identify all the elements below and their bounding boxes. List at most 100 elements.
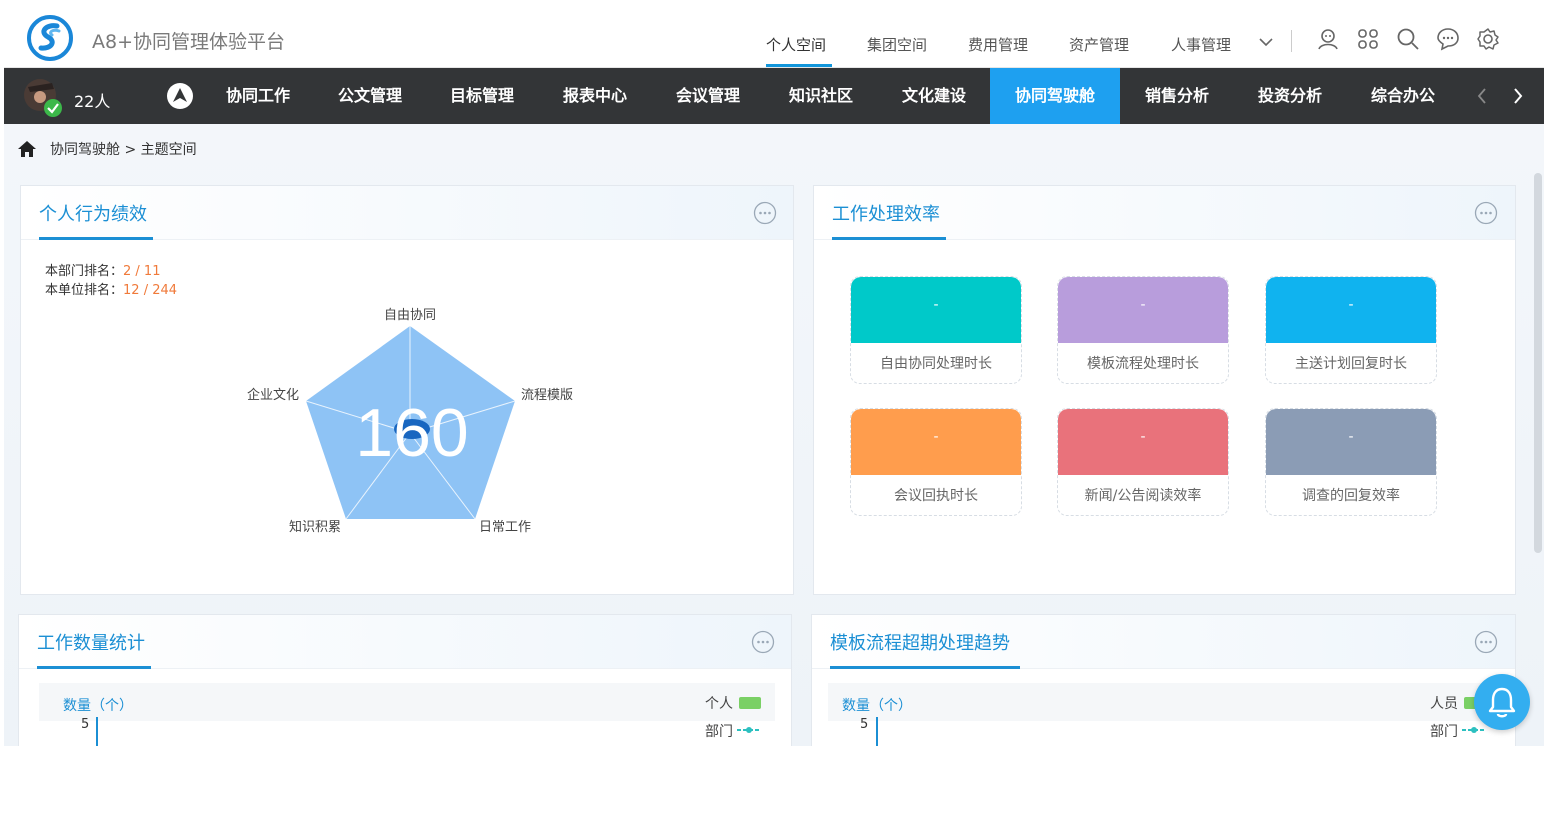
tile-label: 自由协同处理时长	[880, 356, 992, 372]
radar-axis-label: 流程模版	[521, 388, 573, 403]
tile-label: 调查的回复效率	[1302, 488, 1400, 504]
tile-label: 主送计划回复时长	[1295, 356, 1407, 372]
legend-label: 人员	[1430, 696, 1458, 712]
legend-swatch	[739, 697, 761, 709]
chart-background	[39, 683, 775, 721]
app-logo-icon[interactable]	[26, 14, 74, 62]
main-nav: 22人 协同工作 公文管理 目标管理 报表中心 会议管理 知识社区 文化建设 协…	[4, 68, 1544, 124]
tile-label: 模板流程处理时长	[1087, 356, 1199, 372]
scrollbar[interactable]	[1534, 173, 1542, 553]
work-efficiency-panel: 工作处理效率 - 自由协同处理时长 - 模板流程处理时长 - 主送计划回复时长 …	[813, 185, 1516, 595]
chevron-right-icon[interactable]	[1510, 86, 1526, 106]
panel-header: 模板流程超期处理趋势	[812, 615, 1515, 669]
tab-group-space[interactable]: 集团空间	[867, 34, 927, 55]
more-options-icon[interactable]	[1474, 201, 1498, 225]
panel-title: 工作数量统计	[37, 633, 145, 654]
panel-title: 工作处理效率	[832, 204, 940, 225]
radar-axis-label: 自由协同	[384, 308, 436, 323]
y-tick-label: 5	[860, 717, 869, 732]
tab-personal-space[interactable]: 个人空间	[766, 34, 826, 55]
legend-label: 部门	[1430, 724, 1458, 740]
performance-score: 160	[355, 395, 468, 471]
y-axis	[876, 717, 878, 746]
tile-header: -	[851, 277, 1021, 343]
legend-label: 个人	[705, 696, 733, 712]
tile-label: 会议回执时长	[894, 488, 978, 504]
chart-background	[828, 683, 1500, 721]
y-axis-label: 数量（个）	[63, 698, 133, 714]
tile-value: -	[1348, 297, 1354, 313]
search-icon[interactable]	[1395, 26, 1421, 52]
nav-item-cockpit[interactable]: 协同驾驶舱	[990, 68, 1120, 124]
home-icon[interactable]	[16, 138, 38, 160]
tab-hr[interactable]: 人事管理	[1171, 34, 1231, 55]
legend-label: 部门	[705, 724, 733, 740]
tab-assets[interactable]: 资产管理	[1069, 34, 1129, 55]
breadcrumb-path: 协同驾驶舱 > 主题空间	[50, 142, 197, 158]
title-underline	[832, 237, 946, 240]
radar-chart: 160 自由协同 流程模版 日常工作 知识积累 企业文化	[247, 308, 573, 535]
efficiency-tile[interactable]: - 会议回执时长	[850, 408, 1022, 516]
app-window: A8+协同管理体验平台 个人空间 集团空间 费用管理 资产管理 人事管理 22人…	[4, 8, 1544, 746]
apps-grid-icon[interactable]	[1355, 26, 1381, 52]
nav-item-collaboration[interactable]: 协同工作	[208, 68, 308, 124]
panel-header: 工作数量统计	[19, 615, 791, 669]
message-icon[interactable]	[1435, 26, 1461, 52]
efficiency-tile[interactable]: - 主送计划回复时长	[1265, 276, 1437, 384]
gear-icon[interactable]	[1475, 26, 1501, 52]
tile-value: -	[1348, 429, 1354, 445]
y-axis	[96, 717, 98, 746]
nav-item-investment[interactable]: 投资分析	[1240, 68, 1340, 124]
efficiency-tile[interactable]: - 模板流程处理时长	[1057, 276, 1229, 384]
tile-header: -	[1266, 277, 1436, 343]
tile-header: -	[1058, 409, 1228, 475]
more-options-icon[interactable]	[751, 630, 775, 654]
nav-item-sales[interactable]: 销售分析	[1127, 68, 1227, 124]
y-axis-label: 数量（个）	[842, 698, 912, 714]
tile-value: -	[1140, 429, 1146, 445]
overdue-trend-panel: 模板流程超期处理趋势 数量（个） 5 人员 部门	[811, 614, 1516, 746]
more-options-icon[interactable]	[1474, 630, 1498, 654]
nav-item-culture[interactable]: 文化建设	[884, 68, 984, 124]
nav-home-icon[interactable]	[166, 82, 194, 110]
nav-item-office[interactable]: 综合办公	[1353, 68, 1453, 124]
app-title: A8+协同管理体验平台	[92, 31, 286, 53]
nav-item-knowledge[interactable]: 知识社区	[771, 68, 871, 124]
chevron-left-icon[interactable]	[1474, 86, 1490, 106]
tile-label: 新闻/公告阅读效率	[1084, 488, 1202, 504]
tile-value: -	[1140, 297, 1146, 313]
radar-axis-label: 日常工作	[479, 520, 531, 535]
nav-item-meetings[interactable]: 会议管理	[658, 68, 758, 124]
personal-performance-panel: 个人行为绩效 本部门排名：2 / 11 本单位排名：12 / 244 160 自…	[20, 185, 794, 595]
nav-item-reports[interactable]: 报表中心	[545, 68, 645, 124]
active-tab-indicator	[766, 64, 832, 67]
title-underline	[37, 666, 151, 669]
tile-value: -	[933, 297, 939, 313]
efficiency-tile[interactable]: - 调查的回复效率	[1265, 408, 1437, 516]
panel-title: 模板流程超期处理趋势	[830, 633, 1010, 654]
online-user-count[interactable]: 22人	[74, 88, 110, 112]
user-icon[interactable]	[1315, 26, 1341, 52]
notification-button[interactable]	[1474, 674, 1530, 730]
top-header: A8+协同管理体验平台 个人空间 集团空间 费用管理 资产管理 人事管理	[4, 8, 1544, 68]
tile-header: -	[1058, 277, 1228, 343]
bell-icon	[1488, 687, 1516, 718]
efficiency-tile[interactable]: - 自由协同处理时长	[850, 276, 1022, 384]
tile-value: -	[933, 429, 939, 445]
tile-header: -	[851, 409, 1021, 475]
legend-line-swatch	[737, 727, 761, 733]
work-count-panel: 工作数量统计 数量（个） 5 个人 部门	[18, 614, 792, 746]
radar-axis-label: 企业文化	[247, 387, 299, 403]
title-underline	[830, 666, 1020, 669]
radar-axis-label: 知识积累	[289, 519, 341, 535]
y-tick-label: 5	[81, 717, 90, 732]
tab-expense[interactable]: 费用管理	[968, 34, 1028, 55]
efficiency-tile[interactable]: - 新闻/公告阅读效率	[1057, 408, 1229, 516]
tile-header: -	[1266, 409, 1436, 475]
nav-item-documents[interactable]: 公文管理	[320, 68, 420, 124]
panel-header: 工作处理效率	[814, 186, 1515, 240]
chevron-down-icon[interactable]	[1256, 32, 1276, 52]
avatar[interactable]	[22, 77, 64, 119]
divider	[1291, 30, 1292, 52]
nav-item-goals[interactable]: 目标管理	[432, 68, 532, 124]
